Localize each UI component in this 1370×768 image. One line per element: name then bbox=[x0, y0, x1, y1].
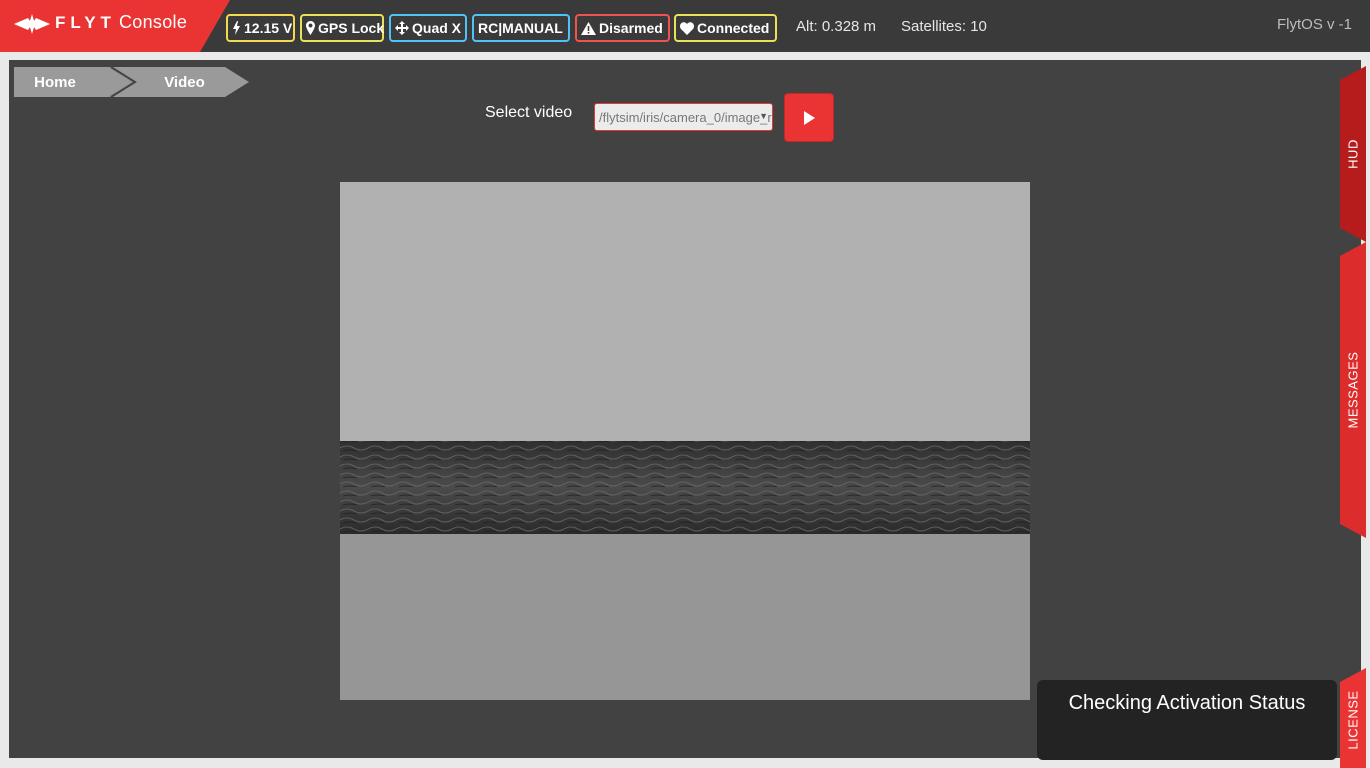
select-video-label: Select video bbox=[485, 104, 573, 121]
brand-logo[interactable]: FLYT Console bbox=[0, 0, 230, 52]
activation-status-message: Checking Activation Status bbox=[1068, 692, 1306, 714]
version-label: FlytOS v -1 bbox=[1276, 16, 1352, 33]
drone-logo-icon bbox=[14, 14, 50, 34]
breadcrumb-home-label: Home bbox=[34, 73, 76, 91]
battery-voltage-badge[interactable]: 12.15 V bbox=[226, 14, 295, 42]
tab-hud-label: HUD bbox=[1345, 139, 1361, 169]
map-pin-icon bbox=[306, 21, 315, 35]
activation-status-toast: Checking Activation Status bbox=[1037, 680, 1337, 760]
tab-messages[interactable]: MESSAGES bbox=[1340, 242, 1366, 538]
rc-mode-badge[interactable]: RC|MANUAL bbox=[472, 14, 570, 42]
satellites-readout: Satellites: 10 bbox=[901, 18, 987, 35]
warning-icon bbox=[581, 21, 596, 35]
arm-status-label: Disarmed bbox=[599, 20, 663, 36]
camera-feed-image bbox=[340, 182, 1030, 700]
play-button[interactable] bbox=[784, 93, 834, 142]
video-topic-select[interactable]: /flytsim/iris/camera_0/image_raw ▼ bbox=[594, 103, 773, 131]
altitude-readout: Alt: 0.328 m bbox=[796, 18, 877, 35]
battery-voltage-label: 12.15 V bbox=[244, 20, 293, 36]
breadcrumb-video-label: Video bbox=[164, 73, 205, 91]
arm-status-badge[interactable]: Disarmed bbox=[575, 14, 670, 42]
play-icon bbox=[804, 110, 815, 125]
frame-type-badge[interactable]: Quad X bbox=[389, 14, 467, 42]
breadcrumb-video[interactable]: Video bbox=[108, 67, 249, 97]
rc-mode-label: RC|MANUAL bbox=[478, 20, 563, 36]
bolt-icon bbox=[233, 21, 240, 35]
gps-status-badge[interactable]: GPS Lock bbox=[300, 14, 384, 42]
tab-hud[interactable]: HUD bbox=[1340, 66, 1366, 242]
move-arrows-icon bbox=[395, 21, 409, 35]
brand-name-flyt: FLYT bbox=[55, 13, 116, 32]
connection-status-badge[interactable]: Connected bbox=[674, 14, 777, 42]
tab-messages-label: MESSAGES bbox=[1345, 351, 1361, 429]
gps-status-label: GPS Lock bbox=[318, 20, 385, 36]
heart-icon bbox=[680, 21, 694, 35]
video-stream bbox=[340, 182, 1030, 700]
video-topic-value: /flytsim/iris/camera_0/image_raw bbox=[599, 109, 773, 125]
dropdown-caret-icon: ▼ bbox=[759, 111, 768, 121]
frame-type-label: Quad X bbox=[412, 20, 462, 36]
tab-license-label: LICENSE bbox=[1345, 690, 1361, 750]
brand-name-console: Console bbox=[119, 12, 188, 32]
connection-status-label: Connected bbox=[697, 20, 770, 36]
top-bar: FLYT Console 12.15 V GPS Lock Quad X RC|… bbox=[0, 0, 1370, 52]
tab-license[interactable]: LICENSE bbox=[1340, 668, 1366, 768]
